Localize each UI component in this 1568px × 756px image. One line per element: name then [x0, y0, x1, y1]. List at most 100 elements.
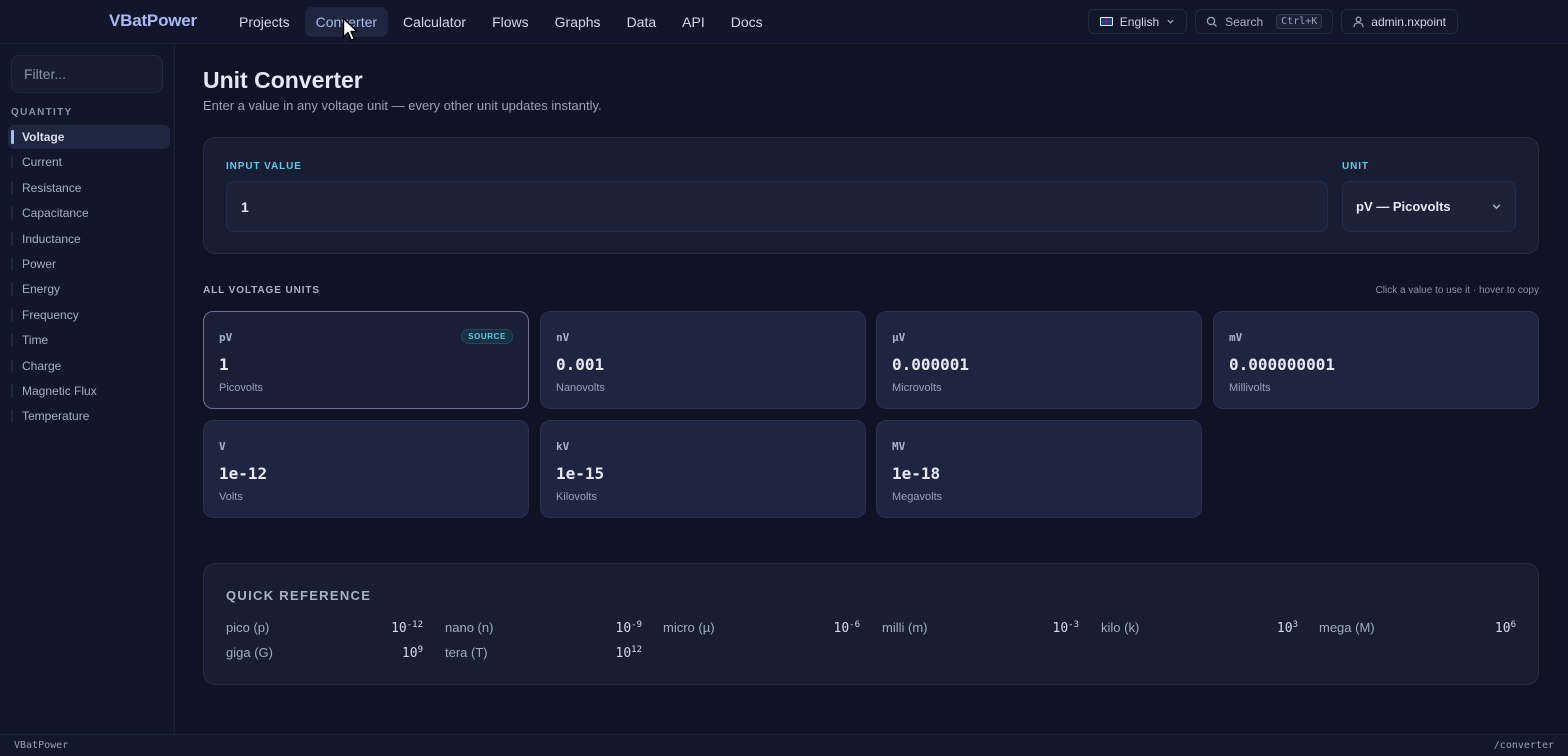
- sidebar-item-current[interactable]: Current: [8, 150, 170, 174]
- sidebar-item-magnetic-flux[interactable]: Magnetic Flux: [8, 379, 170, 403]
- status-left: VBatPower: [14, 740, 69, 751]
- quantity-list: Voltage Current Resistance Capacitance I…: [8, 125, 170, 430]
- unit-name: Millivolts: [1229, 382, 1271, 394]
- user-menu[interactable]: admin.nxpoint: [1341, 9, 1458, 34]
- nav-graphs[interactable]: Graphs: [544, 7, 612, 37]
- input-panel: INPUT VALUE UNIT pV — Picovolts: [203, 137, 1539, 254]
- prefix-power: 109: [401, 645, 423, 661]
- unit-card-megav[interactable]: MV 1e-18 Megavolts: [876, 420, 1202, 518]
- language-label: English: [1119, 14, 1160, 29]
- sidebar-item-time[interactable]: Time: [8, 328, 170, 352]
- prefix-name: mega (M): [1319, 620, 1375, 635]
- unit-card-mv[interactable]: mV 0.000000001 Millivolts: [1213, 311, 1539, 409]
- search-shortcut: Ctrl+K: [1276, 14, 1323, 29]
- top-navbar: VBatPower Projects Converter Calculator …: [0, 0, 1568, 44]
- source-badge: SOURCE: [461, 329, 513, 344]
- user-icon: [1353, 15, 1364, 27]
- status-bar: VBatPower /converter: [0, 734, 1568, 756]
- unit-name: Microvolts: [892, 382, 942, 394]
- sidebar: QUANTITY Voltage Current Resistance Capa…: [0, 44, 175, 734]
- value-input[interactable]: [226, 181, 1328, 232]
- sidebar-item-resistance[interactable]: Resistance: [8, 176, 170, 200]
- sidebar-section-title: QUANTITY: [11, 107, 73, 118]
- quick-reference-title: QUICK REFERENCE: [226, 588, 372, 603]
- sidebar-item-temperature[interactable]: Temperature: [8, 404, 170, 428]
- prefix-power: 103: [1276, 620, 1298, 636]
- sidebar-item-power[interactable]: Power: [8, 252, 170, 276]
- nav-calculator[interactable]: Calculator: [392, 7, 477, 37]
- unit-symbol: pV: [219, 331, 233, 344]
- sidebar-item-charge[interactable]: Charge: [8, 354, 170, 378]
- sidebar-item-inductance[interactable]: Inductance: [8, 227, 170, 251]
- prefix-power: 10-9: [615, 620, 643, 636]
- units-section-title: ALL VOLTAGE UNITS: [203, 285, 320, 296]
- status-route: /converter: [1493, 740, 1554, 751]
- input-value-label: INPUT VALUE: [226, 161, 302, 172]
- chevron-down-icon: [1492, 204, 1501, 210]
- prefix-name: nano (n): [445, 620, 494, 635]
- page-title: Unit Converter: [203, 67, 363, 93]
- reference-item-giga: giga (G) 109: [226, 644, 423, 669]
- search-label: Search: [1225, 14, 1264, 29]
- reference-item-nano: nano (n) 10-9: [445, 619, 642, 644]
- unit-value[interactable]: 1e-15: [556, 464, 604, 483]
- unit-symbol: µV: [892, 331, 906, 344]
- nav-flows[interactable]: Flows: [481, 7, 540, 37]
- chevron-down-icon: [1167, 19, 1174, 24]
- unit-value[interactable]: 1: [219, 355, 229, 374]
- nav-api[interactable]: API: [671, 7, 716, 37]
- reference-item-pico: pico (p) 10-12: [226, 619, 423, 644]
- prefix-name: micro (µ): [663, 620, 715, 635]
- nav-projects[interactable]: Projects: [228, 7, 301, 37]
- prefix-power: 10-6: [833, 620, 861, 636]
- mouse-cursor-icon: [342, 17, 358, 41]
- prefix-name: kilo (k): [1101, 620, 1140, 635]
- prefix-power: 10-3: [1052, 620, 1080, 636]
- user-name: admin.nxpoint: [1371, 14, 1446, 29]
- reference-item-mega: mega (M) 106: [1319, 619, 1516, 644]
- quick-reference-panel: QUICK REFERENCE pico (p) 10-12 nano (n) …: [203, 563, 1539, 685]
- unit-symbol: mV: [1229, 331, 1243, 344]
- prefix-name: giga (G): [226, 645, 273, 660]
- reference-item-micro: micro (µ) 10-6: [663, 619, 860, 644]
- unit-select[interactable]: pV — Picovolts: [1342, 181, 1516, 232]
- units-section-hint: Click a value to use it · hover to copy: [1375, 285, 1539, 296]
- unit-card-kv[interactable]: kV 1e-15 Kilovolts: [540, 420, 866, 518]
- reference-item-kilo: kilo (k) 103: [1101, 619, 1298, 644]
- prefix-power: 10-12: [391, 620, 423, 636]
- unit-value[interactable]: 0.001: [556, 355, 604, 374]
- unit-symbol: kV: [556, 440, 570, 453]
- prefix-power: 1012: [615, 645, 643, 661]
- language-selector[interactable]: English: [1087, 9, 1188, 34]
- search-icon: [1206, 16, 1218, 27]
- unit-select-value: pV — Picovolts: [1356, 199, 1451, 214]
- search-button[interactable]: Search Ctrl+K: [1195, 9, 1334, 34]
- uk-flag-icon: [1099, 17, 1113, 26]
- prefix-name: milli (m): [882, 620, 928, 635]
- unit-value[interactable]: 0.000000001: [1229, 355, 1335, 374]
- sidebar-item-frequency[interactable]: Frequency: [8, 303, 170, 327]
- brand-logo[interactable]: VBatPower: [109, 11, 197, 31]
- unit-name: Volts: [219, 491, 243, 503]
- unit-symbol: MV: [892, 440, 906, 453]
- unit-name: Nanovolts: [556, 382, 605, 394]
- sidebar-item-capacitance[interactable]: Capacitance: [8, 201, 170, 225]
- sidebar-item-energy[interactable]: Energy: [8, 277, 170, 301]
- unit-card-pv[interactable]: pV SOURCE 1 Picovolts: [203, 311, 529, 409]
- unit-card-nv[interactable]: nV 0.001 Nanovolts: [540, 311, 866, 409]
- unit-symbol: nV: [556, 331, 570, 344]
- unit-card-v[interactable]: V 1e-12 Volts: [203, 420, 529, 518]
- unit-value[interactable]: 0.000001: [892, 355, 969, 374]
- nav-data[interactable]: Data: [616, 7, 668, 37]
- unit-card-uv[interactable]: µV 0.000001 Microvolts: [876, 311, 1202, 409]
- page-subtitle: Enter a value in any voltage unit — ever…: [203, 98, 602, 113]
- unit-value[interactable]: 1e-18: [892, 464, 940, 483]
- prefix-power: 106: [1494, 620, 1516, 636]
- reference-item-tera: tera (T) 1012: [445, 644, 642, 669]
- unit-name: Megavolts: [892, 491, 943, 503]
- filter-input[interactable]: [11, 55, 163, 93]
- sidebar-item-voltage[interactable]: Voltage: [8, 125, 170, 149]
- unit-value[interactable]: 1e-12: [219, 464, 267, 483]
- nav-docs[interactable]: Docs: [720, 7, 774, 37]
- reference-item-milli: milli (m) 10-3: [882, 619, 1079, 644]
